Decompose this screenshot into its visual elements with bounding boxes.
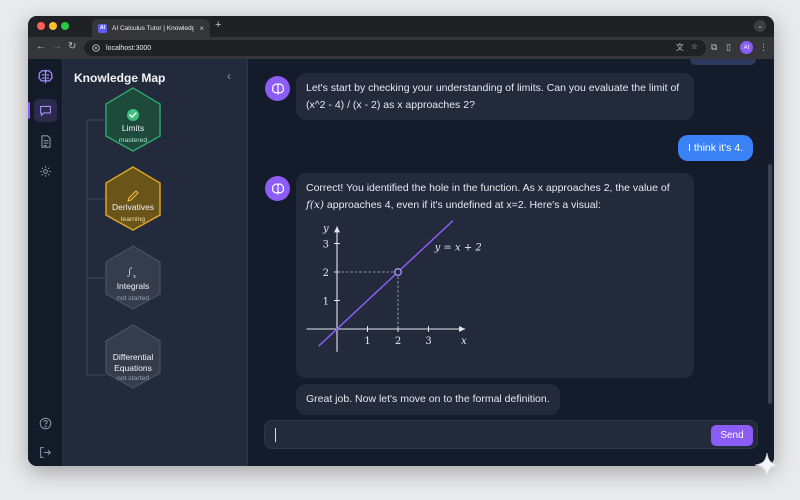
notes-nav-button[interactable] [34,130,57,153]
hole-point [393,268,402,277]
limit-graph: 1 2 3 1 2 3 x y y = x + 2 [306,220,482,352]
browser-tab[interactable]: AI AI Calculus Tutor | Knowledge × [92,19,210,37]
message-composer: Send [264,420,758,449]
profile-avatar[interactable]: AI [740,41,753,54]
new-tab-icon[interactable]: + [215,19,221,31]
send-button[interactable]: Send [711,425,753,446]
favicon: AI [98,23,107,33]
node-diffeq-name: Differential Equations [112,352,154,373]
help-icon [39,417,52,430]
function-notation: f(x) [306,198,325,211]
logout-button[interactable] [34,441,57,464]
tutor-avatar [265,176,290,201]
chat-panel: Let's start by checking your understandi… [248,59,774,466]
y-tick-label: 1 [323,297,329,308]
node-diffeq-status: not started [116,375,150,382]
maximize-window-button[interactable] [61,22,69,30]
message-text-part: Correct! You identified the hole in the … [306,182,670,194]
logout-icon [40,447,52,458]
bookmark-star-icon[interactable]: ☆ [691,42,698,53]
minimize-window-button[interactable] [49,22,57,30]
gear-icon [40,166,51,177]
address-bar[interactable]: localhost:3000 文 ☆ [84,40,706,56]
node-derivatives-status: learning [120,216,146,223]
brain-icon [271,182,284,195]
browser-toolbar: ← → ↻ localhost:3000 文 ☆ ⧉ ▯ AI ⋮ [28,37,774,59]
x-axis-label: x [461,336,467,347]
translate-icon[interactable]: 文 [676,42,684,53]
tab-title: AI Calculus Tutor | Knowledge [112,24,195,32]
icon-rail [28,59,63,466]
settings-nav-button[interactable] [34,160,57,183]
x-tick-label: 3 [425,336,431,347]
chat-nav-button[interactable] [34,99,57,122]
line-annotation: y = x + 2 [434,243,482,254]
x-axis-arrow [459,326,466,332]
previous-message-edge [690,59,756,65]
text-caret [275,428,276,442]
x-tick-label: 2 [395,336,401,347]
node-limits-status: mastered [118,137,148,144]
tab-search-icon[interactable]: ⌄ [754,20,766,32]
node-integrals[interactable]: Integrals not started [103,281,163,304]
url-text: localhost:3000 [106,44,152,52]
check-icon [127,109,139,121]
tutor-message-with-graph: Correct! You identified the hole in the … [296,173,694,378]
node-integrals-status: not started [116,295,150,302]
tutor-avatar [265,76,290,101]
close-window-button[interactable] [37,22,45,30]
tutor-message: Great job. Now let's move on to the form… [296,384,560,415]
message-input[interactable] [277,425,697,445]
y-tick-label: 3 [323,240,329,251]
chat-scrollbar[interactable] [768,164,772,404]
document-icon [40,135,51,148]
back-icon[interactable]: ← [36,41,46,52]
series-line [318,220,454,347]
y-axis-arrow [334,226,340,233]
tutor-app: Knowledge Map ‹ ∫ x Limits mastered Deri… [28,59,774,466]
site-info-icon[interactable] [92,44,100,52]
node-differential-equations[interactable]: Differential Equations not started [103,352,163,384]
integral-icon: ∫ [127,267,132,278]
node-derivatives-name: Derivatives [111,202,155,212]
sparkle-icon [754,452,780,478]
x-tick-label: 1 [364,336,370,347]
node-limits[interactable]: Limits mastered [103,123,163,146]
chat-bubble-icon [40,105,51,116]
browser-menu-icon[interactable]: ⋮ [759,42,768,53]
tab-close-icon[interactable]: × [199,24,204,33]
browser-window: AI AI Calculus Tutor | Knowledge × + ⌄ ←… [28,16,774,466]
tutor-message: Let's start by checking your understandi… [296,73,694,120]
message-text-part: approaches 4, even if it's undefined at … [324,198,601,211]
node-limits-name: Limits [121,123,145,133]
node-integrals-name: Integrals [116,281,150,291]
side-panel-icon[interactable]: ▯ [726,42,731,53]
active-indicator [28,102,30,119]
extensions-icon[interactable]: ⧉ [711,42,717,53]
knowledge-map-sidebar: Knowledge Map ‹ ∫ x Limits mastered Deri… [63,59,248,466]
reload-icon[interactable]: ↻ [68,41,76,52]
node-derivatives[interactable]: Derivatives learning [103,202,163,225]
knowledge-tree: ∫ x [86,87,161,389]
y-axis-label: y [322,223,329,234]
brain-logo-icon [34,65,57,88]
brain-icon [271,82,284,95]
user-message: I think it's 4. [678,135,754,161]
forward-icon[interactable]: → [52,41,62,52]
help-button[interactable] [34,412,57,435]
y-tick-label: 2 [323,268,329,279]
tutor-message-text: Correct! You identified the hole in the … [306,180,684,213]
tab-bar: AI AI Calculus Tutor | Knowledge × + ⌄ [28,16,774,37]
